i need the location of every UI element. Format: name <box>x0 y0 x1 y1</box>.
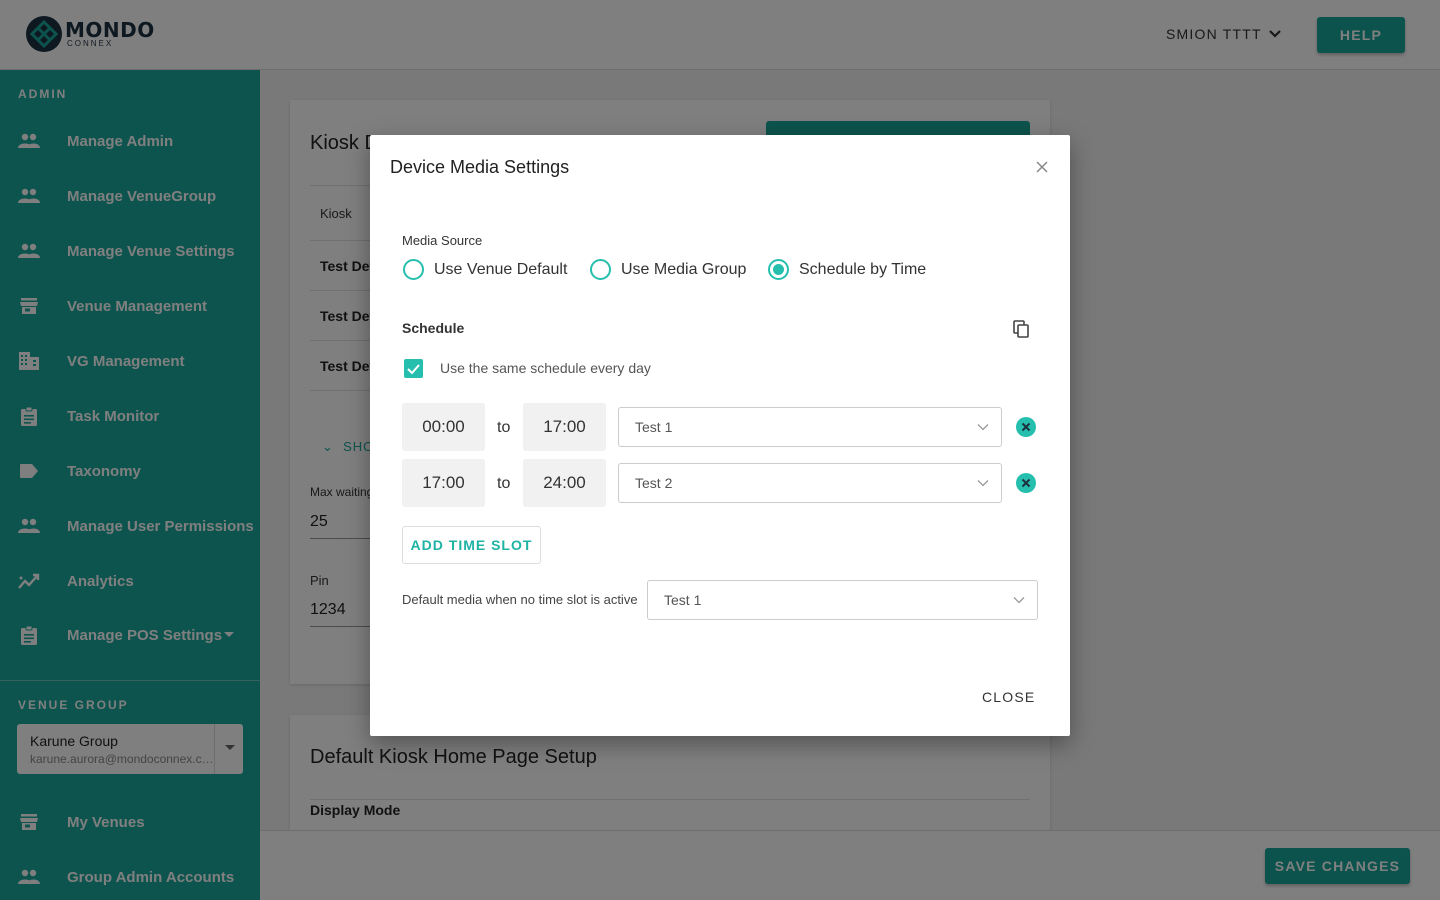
slot-media-value: Test 2 <box>635 475 673 491</box>
default-media-label: Default media when no time slot is activ… <box>402 592 638 607</box>
radio-use-media-group[interactable]: Use Media Group <box>590 259 746 280</box>
slot-end-time[interactable]: 17:00 <box>523 403 606 451</box>
chevron-down-icon <box>1013 597 1025 604</box>
copy-icon[interactable] <box>1013 320 1030 338</box>
default-media-value: Test 1 <box>664 592 702 608</box>
dialog-title: Device Media Settings <box>390 157 570 177</box>
chevron-down-icon <box>977 424 989 431</box>
slot-media-select[interactable]: Test 2 <box>618 463 1002 503</box>
default-media-select[interactable]: Test 1 <box>647 580 1038 620</box>
slot-start-time[interactable]: 00:00 <box>402 403 485 451</box>
radio-unchecked-icon <box>403 259 424 280</box>
chevron-down-icon <box>977 480 989 487</box>
same-schedule-label: Use the same schedule every day <box>440 360 651 376</box>
device-media-settings-dialog: Device Media Settings Media Source Use V… <box>370 135 1070 736</box>
add-time-slot-button[interactable]: ADD TIME SLOT <box>402 526 541 564</box>
radio-use-venue-default[interactable]: Use Venue Default <box>403 259 567 280</box>
media-source-label: Media Source <box>402 233 483 248</box>
close-button[interactable]: CLOSE <box>982 689 1035 705</box>
slot-media-value: Test 1 <box>635 419 673 435</box>
to-label: to <box>497 475 511 492</box>
same-schedule-checkbox[interactable] <box>404 359 423 378</box>
remove-slot-button[interactable] <box>1016 417 1036 437</box>
close-icon[interactable] <box>1033 158 1051 176</box>
slot-media-select[interactable]: Test 1 <box>618 407 1002 447</box>
radio-schedule-by-time[interactable]: Schedule by Time <box>768 259 926 280</box>
radio-label: Use Media Group <box>621 260 747 278</box>
radio-unchecked-icon <box>590 259 611 280</box>
to-label: to <box>497 419 511 436</box>
remove-slot-button[interactable] <box>1016 473 1036 493</box>
radio-checked-icon <box>768 259 789 280</box>
schedule-label: Schedule <box>402 320 465 336</box>
close-icon <box>1021 422 1031 432</box>
check-icon <box>407 363 420 374</box>
radio-label: Schedule by Time <box>799 260 927 278</box>
radio-label: Use Venue Default <box>434 260 568 278</box>
slot-start-time[interactable]: 17:00 <box>402 459 485 507</box>
close-icon <box>1021 478 1031 488</box>
slot-end-time[interactable]: 24:00 <box>523 459 606 507</box>
